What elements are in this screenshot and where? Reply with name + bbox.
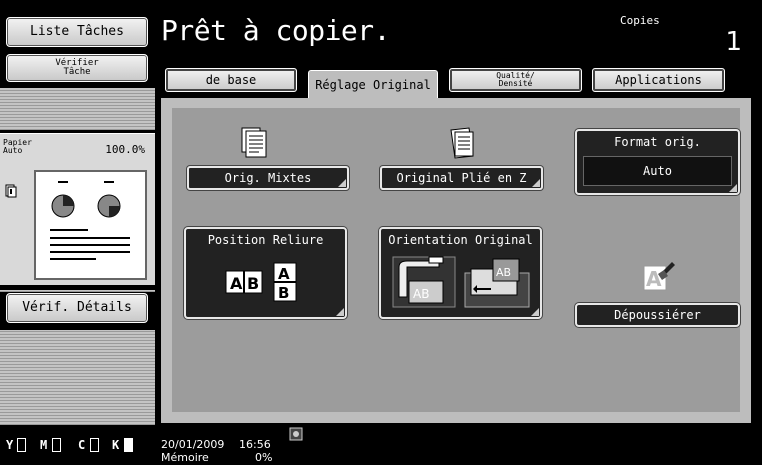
tab-basic[interactable]: de base [165,68,297,92]
document-preview-icon [50,181,130,260]
original-orientation-icon: AB AB [392,256,530,308]
svg-text:A: A [646,267,662,291]
footer-status-bar: 20/01/2009 16:56 Mémoire 0% [155,425,762,465]
original-size-button[interactable]: Format orig. Auto [575,129,740,195]
network-icon [289,427,303,441]
z-folded-original-label: Original Plié en Z [396,171,527,185]
toner-magenta-level [52,438,61,452]
left-sidebar: Liste Tâches Vérifier Tâche Papier Auto … [0,0,155,465]
sidebar-hatch-top [0,88,155,130]
tab-applications-label: Applications [615,73,702,87]
main-panel-inner: Orig. Mixtes Original Plié en Z Format o… [161,98,751,423]
original-size-label: Format orig. [614,135,701,149]
toner-status-bar: Y M C K [0,428,155,465]
paper-source-label: Papier Auto [3,139,32,155]
tab-basic-label: de base [205,73,257,87]
mixed-originals-button[interactable]: Orig. Mixtes [187,166,349,190]
svg-text:B: B [278,284,289,302]
footer-memory-value: 0% [255,451,273,464]
tab-quality-density[interactable]: Qualité/ Densité [449,68,582,92]
footer-time: 16:56 [239,438,271,451]
check-details-label: Vérif. Détails [22,300,132,315]
svg-text:A: A [230,274,243,293]
main-panel: Orig. Mixtes Original Plié en Z Format o… [155,98,762,425]
check-job-label-line2: Tâche [63,67,91,77]
corner-indicator [531,308,539,316]
toner-yellow-level [17,438,26,452]
status-message: Prêt à copier. [161,14,391,47]
original-size-value: Auto [583,156,732,186]
toner-cyan-label: C [78,438,86,452]
footer-date: 20/01/2009 [161,438,225,451]
footer-memory-label: Mémoire [161,451,209,464]
z-folded-original-icon [450,127,474,159]
original-orientation-button[interactable]: Orientation Original AB AB [379,227,542,319]
toner-black-level [124,438,133,452]
mixed-originals-icon [241,127,267,158]
copies-label: Copies [620,14,660,27]
z-folded-original-button[interactable]: Original Plié en Z [380,166,543,190]
corner-indicator [338,179,346,187]
original-orientation-label: Orientation Original [388,233,533,247]
toner-cyan-level [90,438,99,452]
sidebar-hatch-bottom [0,330,155,425]
tab-quality-label-line2: Densité [498,79,533,88]
sidebar-hatch-mid [0,290,155,292]
check-job-button[interactable]: Vérifier Tâche [6,54,148,82]
zoom-value: 100.0% [105,143,145,156]
job-list-button[interactable]: Liste Tâches [6,17,148,47]
tab-strip: de base Réglage Original Qualité/ Densit… [155,60,762,100]
paper-label-line2: Auto [3,146,23,155]
original-settings-content: Orig. Mixtes Original Plié en Z Format o… [172,108,740,412]
dust-removal-button[interactable]: Dépoussiérer [575,303,740,327]
tab-applications[interactable]: Applications [592,68,725,92]
paper-tray-icon [5,184,17,198]
status-header: Prêt à copier. Copies 1 [155,0,762,60]
mixed-originals-label: Orig. Mixtes [224,171,312,185]
dust-removal-icon: A [643,262,675,291]
tab-original-settings-label: Réglage Original [315,78,431,92]
corner-indicator [729,184,737,192]
binding-position-label: Position Reliure [207,233,324,247]
svg-text:B: B [247,274,259,293]
copies-count: 1 [725,27,742,57]
svg-text:AB: AB [496,266,511,279]
svg-text:A: A [278,265,290,283]
job-list-label: Liste Tâches [30,24,124,39]
paper-preview-panel: Papier Auto 100.0% [0,133,155,285]
binding-position-icon: A B A B [225,262,297,302]
toner-magenta-label: M [40,438,48,452]
binding-position-button[interactable]: Position Reliure A B A B [184,227,347,319]
toner-yellow-label: Y [6,438,14,452]
check-details-button[interactable]: Vérif. Détails [6,293,148,323]
svg-text:AB: AB [413,287,429,301]
toner-black-label: K [112,438,120,452]
corner-indicator [532,179,540,187]
dust-removal-label: Dépoussiérer [614,308,701,322]
tab-original-settings[interactable]: Réglage Original [308,70,438,100]
document-preview [34,170,147,280]
corner-indicator [336,308,344,316]
